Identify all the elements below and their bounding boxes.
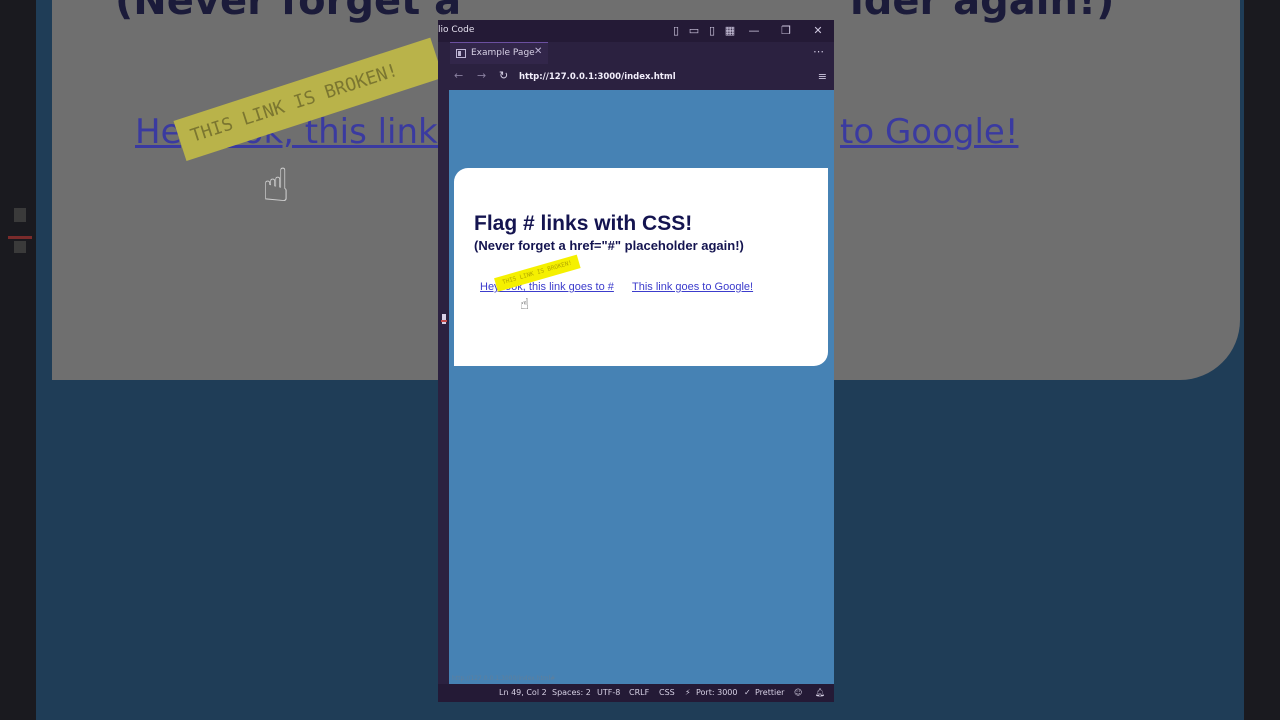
language-mode[interactable]: CSS — [659, 688, 675, 697]
customize-layout-icon[interactable]: ▦ — [723, 24, 737, 38]
toggle-primary-sidebar-icon[interactable]: ▯ — [669, 24, 683, 38]
preview-icon — [456, 49, 466, 58]
tab-label: Example Page — [471, 48, 535, 58]
content-card: Flag # links with CSS! (Never forget a h… — [454, 168, 828, 366]
app-title: lio Code — [438, 25, 475, 35]
page-title: Flag # links with CSS! — [474, 212, 693, 235]
restore-icon[interactable]: ❐ — [779, 24, 793, 38]
toggle-secondary-sidebar-icon[interactable]: ▯ — [705, 24, 719, 38]
more-actions-icon[interactable]: ⋯ — [813, 45, 824, 58]
background-side-mark — [14, 208, 26, 222]
feedback-icon[interactable]: ☺ — [794, 688, 802, 697]
prettier-status[interactable]: Prettier — [755, 688, 784, 697]
browser-viewport: Flag # links with CSS! (Never forget a h… — [449, 90, 834, 684]
encoding[interactable]: UTF-8 — [597, 688, 620, 697]
hover-url-preview: http://127.0.0.1:3000/index.html# — [452, 675, 556, 682]
back-arrow-icon[interactable]: ← — [454, 69, 463, 82]
menu-icon[interactable]: ≡ — [818, 70, 827, 83]
live-server-icon: ⚡ — [685, 688, 691, 697]
background-link-right: to Google! — [840, 112, 1019, 152]
hand-cursor-icon: ☝ — [520, 295, 530, 313]
close-window-icon[interactable]: ✕ — [811, 24, 825, 38]
cursor-position[interactable]: Ln 49, Col 2 — [499, 688, 547, 697]
editor-window: lio Code ▯ ▭ ▯ ▦ — ❐ ✕ Example Page ✕ ⋯ … — [438, 20, 834, 702]
title-bar: lio Code ▯ ▭ ▯ ▦ — ❐ ✕ — [438, 20, 834, 42]
background-title-right: lder again!) — [850, 0, 1115, 24]
background-hand-cursor-icon: ☝ — [262, 158, 291, 212]
minimize-icon[interactable]: — — [747, 24, 761, 38]
live-server-port[interactable]: Port: 3000 — [696, 688, 737, 697]
background-title-left: (Never forget a — [115, 0, 462, 24]
indentation[interactable]: Spaces: 2 — [552, 688, 591, 697]
tab-example-page[interactable]: Example Page ✕ — [450, 42, 548, 64]
notifications-bell-icon[interactable]: 🔔︎ — [815, 688, 825, 697]
toggle-panel-icon[interactable]: ▭ — [687, 24, 701, 38]
page-subtitle: (Never forget a href="#" placeholder aga… — [474, 238, 744, 253]
reload-icon[interactable]: ↻ — [499, 69, 508, 82]
forward-arrow-icon[interactable]: → — [477, 69, 486, 82]
status-bar: Ln 49, Col 2 Spaces: 2 UTF-8 CRLF CSS ⚡ … — [438, 684, 834, 702]
google-link[interactable]: This link goes to Google! — [632, 281, 753, 293]
strip-mark-red — [441, 320, 447, 322]
left-strip — [438, 90, 449, 684]
strip-mark — [442, 314, 446, 324]
background-side-mark-lower — [14, 241, 26, 253]
tab-close-icon[interactable]: ✕ — [534, 46, 542, 57]
prettier-check-icon: ✓ — [744, 688, 751, 697]
line-ending[interactable]: CRLF — [629, 688, 649, 697]
tab-bar: Example Page ✕ ⋯ — [438, 42, 834, 64]
browser-nav-bar: ← → ↻ http://127.0.0.1:3000/index.html ≡ — [438, 64, 834, 90]
url-field[interactable]: http://127.0.0.1:3000/index.html — [519, 72, 676, 82]
background-side-mark-red — [8, 236, 32, 239]
